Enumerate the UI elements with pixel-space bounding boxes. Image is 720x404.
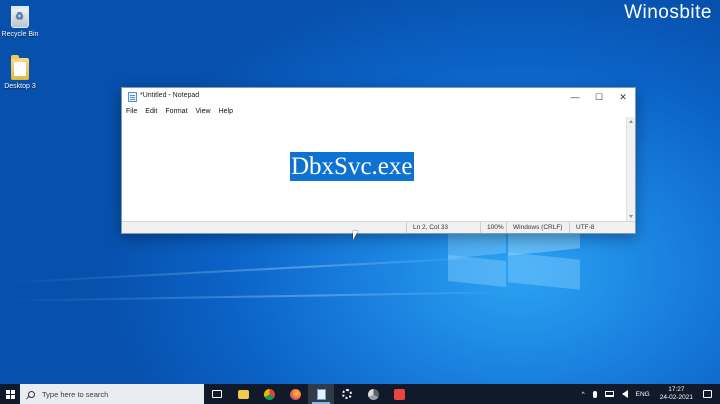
taskbar: Type here to search ^ ENG 17:27 24-02-20… — [0, 384, 720, 404]
menu-format[interactable]: Format — [165, 108, 187, 115]
start-button[interactable] — [0, 384, 20, 404]
recycle-bin-icon — [11, 6, 29, 28]
gear-icon — [342, 389, 352, 399]
chevron-up-icon[interactable]: ^ — [582, 391, 585, 398]
window-controls: — ☐ ✕ — [563, 88, 635, 106]
notepad-icon — [316, 388, 326, 400]
taskbar-chrome-dev[interactable] — [360, 384, 386, 404]
firefox-icon — [289, 388, 301, 400]
notepad-window: *Untitled - Notepad — ☐ ✕ File Edit Form… — [121, 87, 636, 234]
windows-logo-icon — [5, 389, 15, 399]
folder-icon — [237, 389, 249, 399]
task-view-button[interactable] — [204, 384, 230, 404]
text-editor[interactable]: DbxSvc.exe — [122, 117, 635, 221]
menu-view[interactable]: View — [196, 108, 211, 115]
status-bar: Ln 2, Col 33 100% Windows (CRLF) UTF-8 — [122, 221, 635, 233]
volume-icon[interactable] — [621, 390, 628, 398]
taskbar-search[interactable]: Type here to search — [20, 384, 204, 404]
maximize-button[interactable]: ☐ — [587, 88, 611, 106]
taskbar-settings[interactable] — [334, 384, 360, 404]
system-tray: ^ ENG 17:27 24-02-2021 — [578, 386, 720, 402]
notification-icon[interactable] — [703, 390, 712, 398]
menu-bar: File Edit Format View Help — [122, 106, 635, 117]
scroll-down-icon[interactable] — [629, 215, 633, 218]
taskbar-chrome[interactable] — [256, 384, 282, 404]
window-title: *Untitled - Notepad — [140, 92, 200, 99]
desktop-icon-label: Desktop 3 — [4, 83, 36, 90]
clock-time: 17:27 — [668, 386, 685, 393]
status-zoom: 100% — [480, 222, 504, 233]
task-view-icon — [212, 390, 222, 398]
menu-edit[interactable]: Edit — [145, 108, 157, 115]
wallpaper-window-light — [508, 252, 580, 290]
search-placeholder: Type here to search — [42, 389, 109, 399]
status-position: Ln 2, Col 33 — [406, 222, 448, 233]
search-icon — [28, 390, 35, 398]
close-button[interactable]: ✕ — [611, 88, 635, 106]
desktop-icon-label: Recycle Bin — [1, 31, 39, 38]
taskbar-firefox[interactable] — [282, 384, 308, 404]
minimize-button[interactable]: — — [563, 88, 587, 106]
watermark: Winosbite — [624, 2, 712, 23]
clock-date: 24-02-2021 — [659, 394, 693, 401]
desktop: Winosbite Recycle Bin Desktop 3 *Untitle… — [0, 0, 720, 384]
wallpaper-light-ray — [0, 255, 500, 284]
microphone-icon[interactable] — [592, 390, 597, 398]
wallpaper-light-ray — [0, 290, 520, 302]
app-icon — [393, 388, 405, 400]
desktop-icon-desktop-3[interactable]: Desktop 3 — [0, 55, 40, 90]
taskbar-file-explorer[interactable] — [230, 384, 256, 404]
clock[interactable]: 17:27 24-02-2021 — [660, 386, 693, 402]
taskbar-app[interactable] — [386, 384, 412, 404]
notepad-icon — [128, 92, 137, 102]
status-encoding: UTF-8 — [569, 222, 594, 233]
folder-icon — [11, 55, 29, 80]
desktop-icon-recycle-bin[interactable]: Recycle Bin — [0, 6, 40, 38]
menu-file[interactable]: File — [126, 108, 137, 115]
title-bar[interactable]: *Untitled - Notepad — ☐ ✕ — [122, 88, 635, 106]
scroll-up-icon[interactable] — [629, 120, 633, 123]
chrome-icon — [263, 388, 275, 400]
network-icon[interactable] — [604, 391, 614, 397]
selected-text[interactable]: DbxSvc.exe — [290, 152, 414, 181]
status-line-ending: Windows (CRLF) — [506, 222, 562, 233]
menu-help[interactable]: Help — [219, 108, 233, 115]
chrome-dev-icon — [367, 388, 379, 400]
taskbar-notepad[interactable] — [308, 384, 334, 404]
vertical-scrollbar[interactable] — [626, 117, 635, 221]
mouse-cursor-icon — [353, 231, 358, 240]
language-indicator[interactable]: ENG — [636, 391, 650, 398]
